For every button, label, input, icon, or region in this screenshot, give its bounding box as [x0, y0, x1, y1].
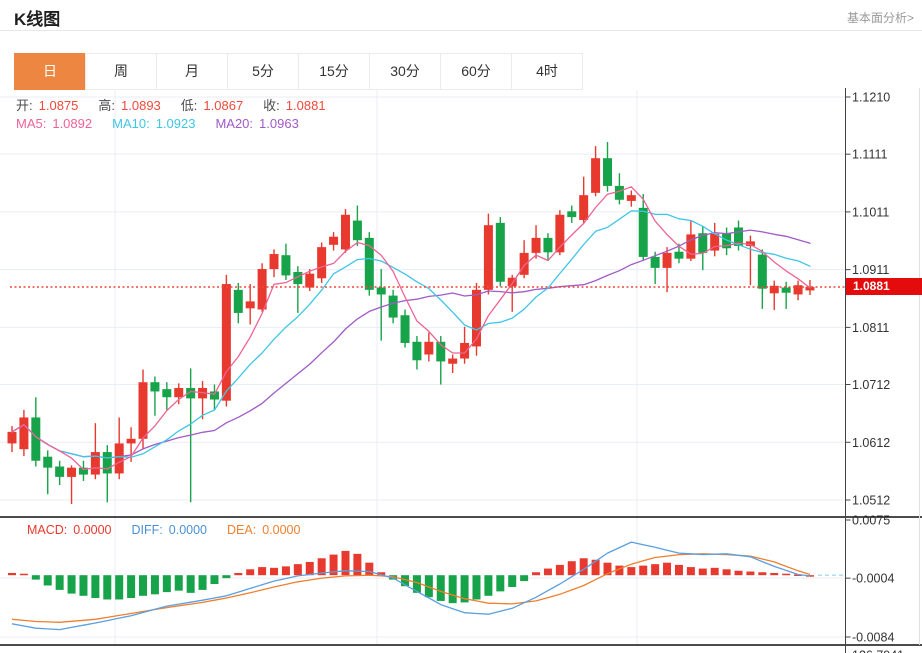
ohlc-legend-open: 开: 1.0875 — [16, 98, 79, 113]
axis-label: 1.0712 — [852, 378, 890, 392]
tab-15min[interactable]: 15分 — [298, 53, 370, 90]
macd-legend-macd: MACD: 0.0000 — [27, 523, 112, 537]
axis-label: -0.0004 — [852, 572, 894, 586]
axis-label: 1.0911 — [852, 263, 889, 277]
tab-day[interactable]: 日 — [14, 53, 86, 90]
tab-5min[interactable]: 5分 — [227, 53, 299, 90]
page-header: K线图 基本面分析> — [0, 0, 922, 31]
ma-legend-ma10: MA10: 1.0923 — [112, 116, 196, 131]
ohlc-legend: 开: 1.0875 高: 1.0893 低: 1.0867 收: 1.0881 — [16, 95, 346, 114]
axis-label: 1.0512 — [852, 494, 890, 508]
macd-legend: MACD: 0.0000 DIFF: 0.0000 DEA: 0.0000 — [27, 523, 320, 537]
axis-label: 1.0612 — [852, 436, 890, 450]
tab-4hour[interactable]: 4时 — [511, 53, 583, 90]
axis-label: 1.1111 — [852, 148, 887, 162]
tab-30min[interactable]: 30分 — [369, 53, 441, 90]
tab-week[interactable]: 周 — [85, 53, 157, 90]
page-title: K线图 — [14, 10, 61, 29]
current-price-badge: 1.0881 — [846, 278, 922, 296]
axis-label: -0.0084 — [852, 631, 894, 645]
tab-month[interactable]: 月 — [156, 53, 228, 90]
axis-label: 0.0075 — [852, 514, 890, 528]
axis-label: 136.7941 — [852, 649, 904, 653]
macd-legend-dea: DEA: 0.0000 — [227, 523, 301, 537]
macd-legend-diff: DIFF: 0.0000 — [131, 523, 207, 537]
ma-legend: MA5: 1.0892 MA10: 1.0923 MA20: 1.0963 — [16, 116, 319, 131]
ma-legend-ma5: MA5: 1.0892 — [16, 116, 93, 131]
axis-label: 1.1210 — [852, 91, 890, 105]
axis-label: 1.0811 — [852, 321, 889, 335]
ma-legend-ma20: MA20: 1.0963 — [215, 116, 299, 131]
fundamental-analysis-link[interactable]: 基本面分析> — [847, 9, 914, 26]
timeframe-tab-bar: 日周月 5分 15分 30分 60分 4时 — [14, 53, 583, 90]
axis-label: 1.1011 — [852, 205, 889, 219]
tab-60min[interactable]: 60分 — [440, 53, 512, 90]
ohlc-legend-close: 收: 1.0881 — [263, 98, 326, 113]
ohlc-legend-low: 低: 1.0867 — [180, 98, 244, 113]
ohlc-legend-high: 高: 1.0893 — [98, 98, 161, 113]
